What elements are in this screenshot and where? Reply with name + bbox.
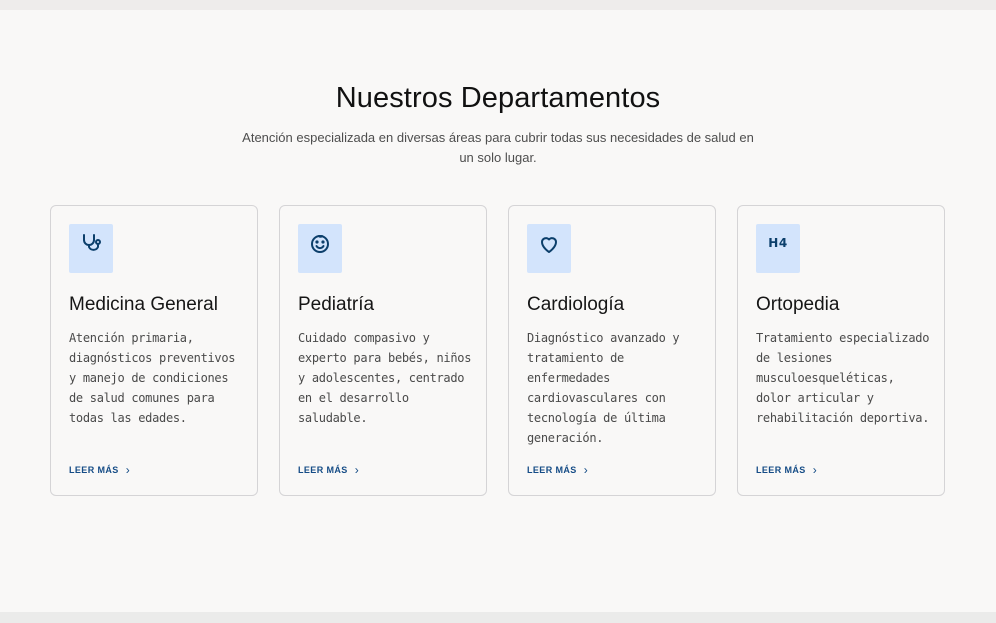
- section-title: Nuestros Departamentos: [335, 82, 661, 114]
- card-title: Cardiología: [527, 294, 625, 315]
- read-more-link[interactable]: LEER MÁS ›: [298, 462, 360, 477]
- card-title: Ortopedia: [756, 294, 840, 315]
- heart-icon: [527, 224, 571, 273]
- department-card-ortopedia: H4 Ortopedia Tratamiento especializado d…: [737, 205, 945, 496]
- department-card-pediatria: Pediatría Cuidado compasivo y experto pa…: [279, 205, 487, 496]
- stethoscope-icon: [69, 224, 113, 273]
- smiley-face-icon: [298, 224, 342, 273]
- section-subtitle: Atención especializada en diversas áreas…: [242, 130, 754, 165]
- chevron-right-icon: ›: [812, 462, 818, 477]
- card-description: Diagnóstico avanzado y tratamiento de en…: [527, 331, 680, 445]
- read-more-label: LEER MÁS: [298, 465, 348, 475]
- footer-divider: [0, 612, 996, 623]
- card-description: Cuidado compasivo y experto para bebés, …: [298, 331, 472, 425]
- read-more-label: LEER MÁS: [69, 465, 119, 475]
- read-more-label: LEER MÁS: [527, 465, 577, 475]
- chevron-right-icon: ›: [583, 462, 589, 477]
- chevron-right-icon: ›: [354, 462, 360, 477]
- department-card-medicina-general: Medicina General Atención primaria, diag…: [50, 205, 258, 496]
- card-title: Medicina General: [69, 294, 218, 315]
- departments-section: Nuestros Departamentos Atención especial…: [0, 10, 996, 612]
- card-description: Tratamiento especializado de lesiones mu…: [756, 331, 930, 425]
- bone-icon: H4: [756, 224, 800, 273]
- read-more-link[interactable]: LEER MÁS ›: [69, 462, 131, 477]
- department-card-cardiologia: Cardiología Diagnóstico avanzado y trata…: [508, 205, 716, 496]
- read-more-label: LEER MÁS: [756, 465, 806, 475]
- icon-text: H4: [768, 235, 788, 250]
- read-more-link[interactable]: LEER MÁS ›: [756, 462, 818, 477]
- card-description: Atención primaria, diagnósticos preventi…: [69, 331, 236, 425]
- card-title: Pediatría: [298, 294, 375, 315]
- chevron-right-icon: ›: [125, 462, 131, 477]
- read-more-link[interactable]: LEER MÁS ›: [527, 462, 589, 477]
